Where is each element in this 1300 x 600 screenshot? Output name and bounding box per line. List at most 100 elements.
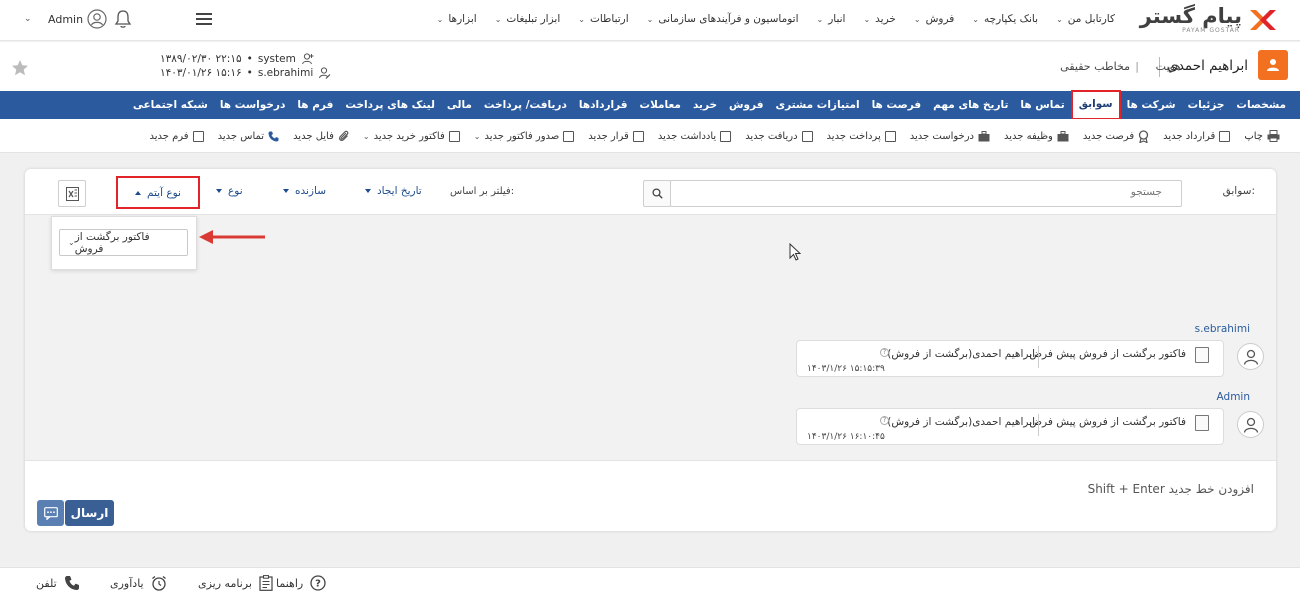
new-form-button[interactable]: فرم جدید bbox=[149, 130, 204, 142]
tab-companies[interactable]: شرکت ها bbox=[1121, 91, 1182, 119]
new-appointment-button[interactable]: قرار جدید bbox=[588, 130, 644, 142]
send-button[interactable]: ارسال bbox=[65, 500, 114, 526]
user-avatar-icon[interactable] bbox=[87, 9, 107, 29]
bottom-item-label: یادآوری bbox=[110, 576, 144, 590]
tab-customer-points[interactable]: امتیازات مشتری bbox=[769, 91, 865, 119]
filter-creator-dropdown[interactable]: سازنده bbox=[283, 185, 326, 197]
feed-item-title[interactable]: فاکتور برگشت از فروش پیش فرض bbox=[1029, 416, 1186, 428]
filter-kind-dropdown[interactable]: نوع bbox=[216, 185, 243, 197]
topmenu-item-dashboard[interactable]: کارتابل من ⌄ bbox=[1056, 13, 1115, 25]
new-payment-button[interactable]: پرداخت جدید bbox=[826, 130, 896, 142]
tab-payment-links[interactable]: لینک های پرداخت bbox=[339, 91, 441, 119]
tab-social-network[interactable]: شبکه اجتماعی bbox=[127, 91, 214, 119]
chat-options-button[interactable] bbox=[37, 500, 64, 526]
audit-created: ۱۳۸۹/۰۲/۳۰ ۲۲:۱۵ • system bbox=[160, 53, 314, 65]
filter-item-type-dropdown[interactable]: نوع آیتم bbox=[116, 176, 200, 209]
chevron-down-icon[interactable]: ⌄ bbox=[24, 14, 32, 24]
new-opportunity-button[interactable]: فرصت جدید bbox=[1083, 129, 1149, 143]
feed-item-title[interactable]: فاکتور برگشت از فروش پیش فرض bbox=[1029, 348, 1186, 360]
user-icon bbox=[1243, 417, 1258, 433]
chevron-down-icon: ⌄ bbox=[863, 14, 871, 24]
topmenu-item-warehouse[interactable]: انبار ⌄ bbox=[816, 13, 845, 25]
export-excel-button[interactable] bbox=[58, 180, 86, 207]
action-label: قرار جدید bbox=[588, 130, 629, 142]
chevron-down-icon: ⌄ bbox=[913, 14, 921, 24]
chevron-down-icon: ⌄ bbox=[972, 14, 979, 24]
topmenu-item-communications[interactable]: ارتباطات ⌄ bbox=[578, 13, 628, 25]
audit-datetime: ۱۳۸۹/۰۲/۳۰ ۲۲:۱۵ bbox=[160, 53, 242, 65]
topmenu-item-tools[interactable]: ابزارها ⌄ bbox=[437, 13, 477, 25]
tab-sales[interactable]: فروش bbox=[723, 91, 769, 119]
brand-logo[interactable]: پیام گستر PAYAM GOSTAR bbox=[1138, 4, 1278, 36]
new-sales-invoice-button[interactable]: صدور فاکتور جدید ⌄ bbox=[474, 130, 575, 142]
topmenu-item-sales[interactable]: فروش ⌄ bbox=[914, 13, 954, 25]
invoice-icon bbox=[1195, 415, 1209, 431]
new-file-button[interactable]: فایل جدید bbox=[293, 130, 349, 142]
invoice-icon bbox=[563, 130, 575, 142]
tab-opportunities[interactable]: فرصت ها bbox=[866, 91, 928, 119]
feed-item-author[interactable]: s.ebrahimi bbox=[1195, 323, 1250, 335]
compose-input[interactable]: Shift + Enter افزودن خط جدید bbox=[1088, 482, 1254, 496]
tab-requests[interactable]: درخواست ها bbox=[214, 91, 292, 119]
hamburger-menu-icon[interactable] bbox=[196, 13, 212, 25]
topmenu-item-automation[interactable]: اتوماسیون و فرآیندهای سازمانی ⌄ bbox=[647, 13, 799, 25]
guide-button[interactable]: ? راهنما bbox=[276, 575, 326, 591]
excel-icon bbox=[65, 186, 79, 201]
feed-item-subject[interactable]: ابراهیم احمدی(برگشت از فروش) bbox=[887, 416, 1035, 428]
document-icon bbox=[1219, 130, 1231, 142]
tab-contracts[interactable]: قراردادها bbox=[573, 91, 634, 119]
topmenu-item-integrated-bank[interactable]: بانک یکپارچه ⌄ bbox=[972, 13, 1038, 25]
user-add-icon bbox=[301, 53, 314, 65]
tab-calls[interactable]: تماس ها bbox=[1014, 91, 1070, 119]
feed-item-subject[interactable]: ابراهیم احمدی(برگشت از فروش) bbox=[887, 348, 1035, 360]
search-button[interactable] bbox=[643, 180, 671, 207]
tab-purchase[interactable]: خرید bbox=[687, 91, 723, 119]
identity-label: هویت bbox=[1155, 60, 1181, 73]
tab-details[interactable]: مشخصات bbox=[1230, 91, 1292, 119]
receive-icon bbox=[801, 130, 813, 142]
tab-forms[interactable]: فرم ها bbox=[291, 91, 339, 119]
print-button[interactable]: چاپ bbox=[1244, 130, 1280, 142]
contact-badge bbox=[1258, 50, 1288, 80]
action-label: پرداخت جدید bbox=[826, 130, 881, 142]
tab-important-dates[interactable]: تاریخ های مهم bbox=[927, 91, 1014, 119]
item-type-select[interactable]: فاکتور برگشت از فروش ⌄ bbox=[59, 229, 188, 256]
new-note-button[interactable]: یادداشت جدید bbox=[658, 130, 732, 142]
search-input[interactable] bbox=[762, 186, 1162, 198]
star-icon[interactable] bbox=[11, 59, 29, 77]
invoice-icon bbox=[448, 130, 460, 142]
topmenu-item-purchase[interactable]: خرید ⌄ bbox=[863, 13, 895, 25]
tab-receive-pay[interactable]: دریافت/ پرداخت bbox=[478, 91, 573, 119]
invoice-icon bbox=[1195, 347, 1209, 363]
new-call-button[interactable]: تماس جدید bbox=[218, 131, 279, 142]
chevron-down-icon: ⌄ bbox=[646, 14, 654, 24]
user-name[interactable]: Admin bbox=[48, 13, 83, 26]
new-request-button[interactable]: درخواست جدید bbox=[910, 130, 990, 142]
actions: چاپ قرارداد جدید فرصت جدید وظیفه جدید در… bbox=[149, 124, 1280, 148]
new-purchase-invoice-button[interactable]: فاکتور خرید جدید ⌄ bbox=[363, 130, 460, 142]
chevron-down-icon: ⌄ bbox=[578, 14, 585, 24]
new-receive-button[interactable]: دریافت جدید bbox=[745, 130, 813, 142]
reminder-button[interactable]: یادآوری bbox=[110, 575, 167, 591]
phone-button[interactable]: تلفن bbox=[36, 575, 80, 591]
planning-button[interactable]: برنامه ریزی bbox=[198, 575, 273, 591]
bell-icon[interactable] bbox=[114, 9, 132, 29]
tab-deals[interactable]: معاملات bbox=[634, 91, 687, 119]
topmenu-item-advertising[interactable]: ابزار تبلیغات ⌄ bbox=[495, 13, 561, 25]
top-menu: کارتابل من ⌄ بانک یکپارچه ⌄ فروش ⌄ خرید ⌄ ان… bbox=[437, 0, 1115, 38]
brand-subtitle: PAYAM GOSTAR bbox=[1182, 27, 1240, 34]
action-label: فایل جدید bbox=[293, 130, 334, 142]
mouse-cursor-icon bbox=[789, 243, 801, 261]
help-icon[interactable]: ? bbox=[880, 416, 889, 425]
tab-history[interactable]: سوابق bbox=[1070, 89, 1121, 120]
new-contract-button[interactable]: قرارداد جدید bbox=[1163, 130, 1231, 142]
help-icon[interactable]: ? bbox=[880, 348, 889, 357]
action-label: وظیفه جدید bbox=[1003, 130, 1053, 142]
tab-more-details[interactable]: جزئیات bbox=[1182, 91, 1231, 119]
filter-created-date-dropdown[interactable]: تاریخ ایجاد bbox=[365, 185, 422, 197]
new-task-button[interactable]: وظیفه جدید bbox=[1003, 130, 1069, 142]
feed-item-author[interactable]: Admin bbox=[1217, 391, 1250, 403]
filter-label-text: تاریخ ایجاد bbox=[377, 185, 422, 197]
action-label: تماس جدید bbox=[217, 130, 265, 142]
tab-financial[interactable]: مالی bbox=[441, 91, 478, 119]
